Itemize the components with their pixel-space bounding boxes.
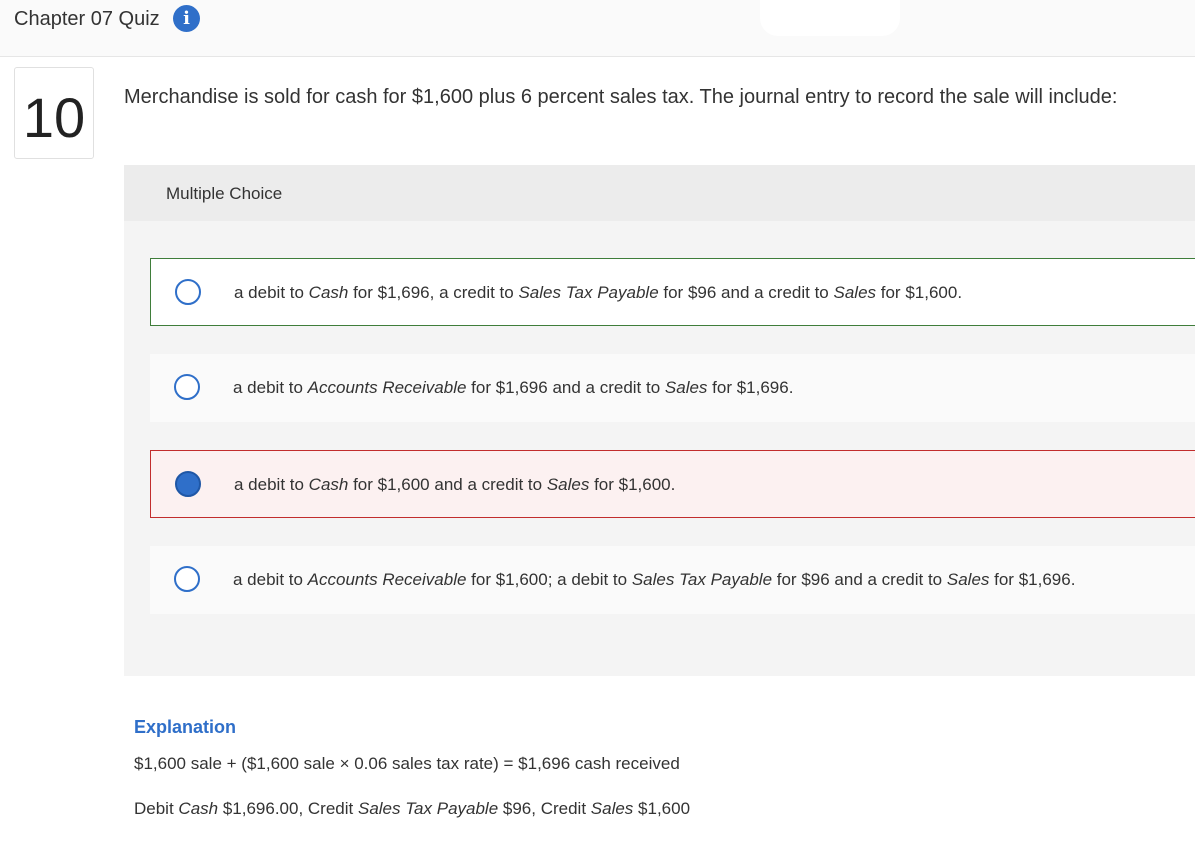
top-bar-blank-element (760, 0, 900, 36)
radio-button[interactable] (174, 566, 200, 592)
choice-text: a debit to Cash for $1,600 and a credit … (234, 475, 676, 494)
top-bar: Chapter 07 Quiz i (0, 0, 1195, 57)
radio-button[interactable] (174, 374, 200, 400)
choice-d[interactable]: a debit to Accounts Receivable for $1,60… (150, 546, 1195, 614)
explanation-calculation: $1,600 sale + ($1,600 sale × 0.06 sales … (134, 754, 680, 773)
choice-c[interactable]: a debit to Cash for $1,600 and a credit … (150, 450, 1195, 518)
quiz-title: Chapter 07 Quiz (14, 8, 160, 30)
question-number: 10 (14, 67, 94, 159)
choice-text: a debit to Accounts Receivable for $1,69… (233, 378, 794, 397)
question-type-label: Multiple Choice (166, 184, 283, 203)
choice-a[interactable]: a debit to Cash for $1,696, a credit to … (150, 258, 1195, 326)
choice-text: a debit to Cash for $1,696, a credit to … (234, 283, 963, 302)
explanation-journal-entry: Debit Cash $1,696.00, Credit Sales Tax P… (134, 799, 691, 818)
radio-button-selected[interactable] (175, 471, 201, 497)
answer-panel-header (124, 165, 1195, 221)
explanation-title: Explanation (134, 717, 237, 737)
info-icon[interactable]: i (173, 5, 200, 32)
choice-b[interactable]: a debit to Accounts Receivable for $1,69… (150, 354, 1195, 422)
radio-button[interactable] (175, 279, 201, 305)
question-prompt: Merchandise is sold for cash for $1,600 … (124, 86, 1118, 108)
choice-text: a debit to Accounts Receivable for $1,60… (233, 570, 1076, 589)
